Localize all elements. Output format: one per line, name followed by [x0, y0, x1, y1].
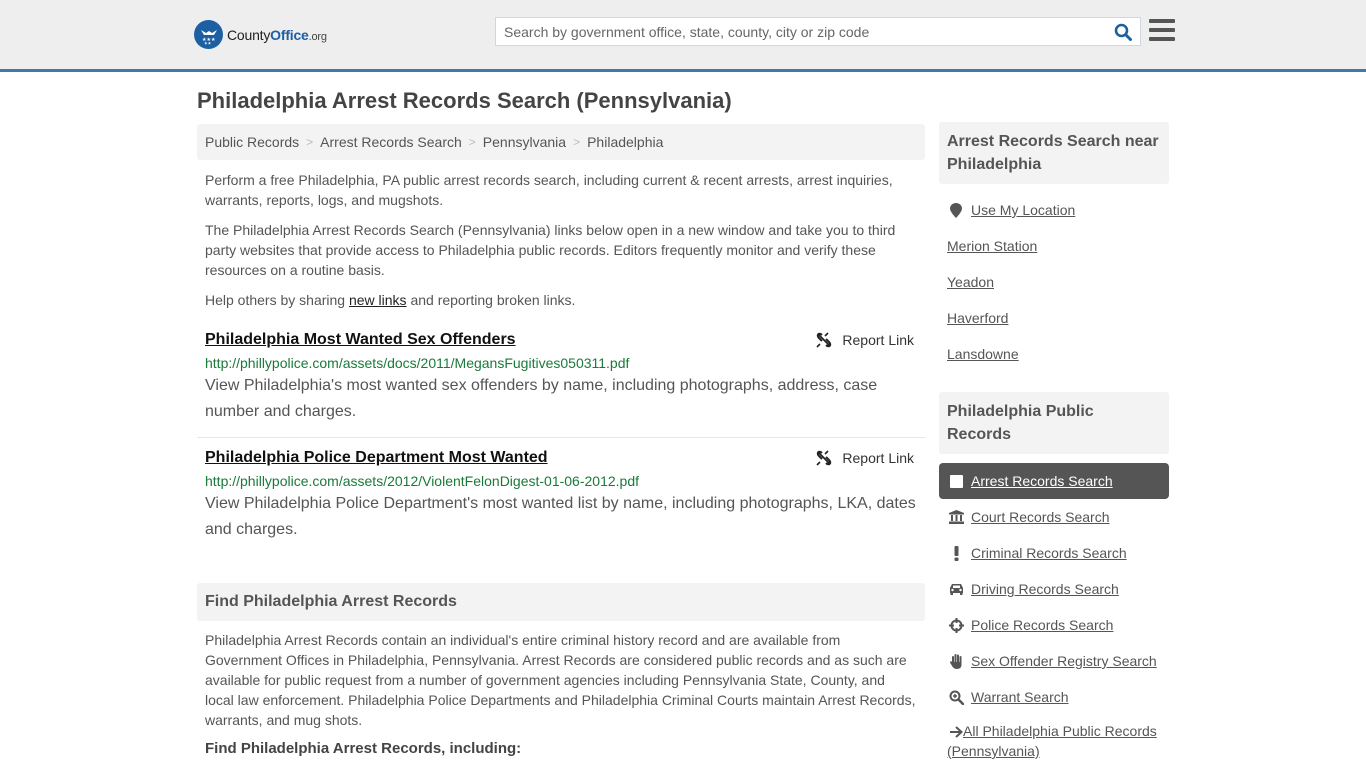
resource-url: http://phillypolice.com/assets/docs/2011… [205, 355, 630, 371]
nearby-place-item[interactable]: Merion Station [939, 228, 1169, 264]
crosshairs-icon [947, 617, 965, 633]
sidebar-item-arrest-records[interactable]: Arrest Records Search [939, 463, 1169, 499]
resource-link-title[interactable]: Philadelphia Most Wanted Sex Offenders [205, 330, 516, 350]
page-title: Philadelphia Arrest Records Search (Penn… [197, 88, 732, 113]
intro-paragraph: Perform a free Philadelphia, PA public a… [205, 172, 893, 208]
sidebar-item-criminal-records[interactable]: Criminal Records Search [939, 535, 1169, 571]
resource-link-item: Philadelphia Police Department Most Want… [197, 448, 925, 543]
hand-icon [947, 653, 965, 669]
nearby-place-link[interactable]: Merion Station [947, 238, 1037, 254]
resource-description: View Philadelphia Police Department's mo… [205, 495, 916, 538]
public-records-heading: Philadelphia Public Records [939, 392, 1169, 454]
resource-url: http://phillypolice.com/assets/2012/Viol… [205, 473, 639, 489]
search-plus-icon [947, 690, 965, 705]
square-icon [947, 474, 965, 488]
search-input[interactable] [496, 18, 1106, 45]
sidebar-link[interactable]: Police Records Search [971, 617, 1113, 633]
use-my-location-item[interactable]: Use My Location [939, 192, 1169, 228]
nearby-heading: Arrest Records Search near Philadelphia [939, 122, 1169, 184]
breadcrumb-separator: > [573, 135, 581, 149]
nearby-place-link[interactable]: Haverford [947, 310, 1008, 326]
search-button[interactable] [1106, 18, 1140, 45]
report-link-button[interactable]: Report Link [816, 332, 914, 348]
find-records-body: Philadelphia Arrest Records contain an i… [205, 632, 916, 728]
breadcrumb-public-records[interactable]: Public Records [205, 134, 299, 150]
search-icon [1114, 23, 1132, 41]
resource-description: View Philadelphia's most wanted sex offe… [205, 377, 878, 420]
breadcrumb-separator: > [468, 135, 476, 149]
sidebar-item-court-records[interactable]: Court Records Search [939, 499, 1169, 535]
site-logo[interactable]: ★★★ ★★ CountyOffice.org [194, 20, 327, 49]
sidebar-item-police-records[interactable]: Police Records Search [939, 607, 1169, 643]
sidebar-link[interactable]: Sex Offender Registry Search [971, 653, 1157, 669]
sidebar-link[interactable]: All Philadelphia Public Records (Pennsyl… [947, 723, 1157, 759]
sidebar-item-sex-offender-registry[interactable]: Sex Offender Registry Search [939, 643, 1169, 679]
logo-eagle-icon: ★★★ ★★ [194, 20, 223, 49]
search-box [495, 17, 1141, 46]
share-links-text: Help others by sharing new links and rep… [205, 292, 576, 308]
main-content: Public Records > Arrest Records Search >… [197, 124, 925, 757]
broken-link-icon [816, 450, 832, 466]
new-links-link[interactable]: new links [349, 292, 407, 308]
find-records-subheading: Find Philadelphia Arrest Records, includ… [205, 740, 522, 757]
site-header: ★★★ ★★ CountyOffice.org [0, 0, 1366, 72]
breadcrumb-philadelphia[interactable]: Philadelphia [587, 134, 663, 150]
sidebar-item-all-public-records[interactable]: All Philadelphia Public Records (Pennsyl… [939, 715, 1169, 761]
nearby-place-item[interactable]: Lansdowne [939, 336, 1169, 372]
breadcrumb-pennsylvania[interactable]: Pennsylvania [483, 134, 566, 150]
sidebar-link[interactable]: Warrant Search [971, 689, 1069, 705]
car-icon [947, 583, 965, 595]
sidebar-link[interactable]: Criminal Records Search [971, 545, 1127, 561]
nearby-place-item[interactable]: Haverford [939, 300, 1169, 336]
breadcrumb-separator: > [306, 135, 314, 149]
sidebar-link[interactable]: Court Records Search [971, 509, 1110, 525]
nearby-place-link[interactable]: Lansdowne [947, 346, 1019, 362]
nearby-place-link[interactable]: Yeadon [947, 274, 994, 290]
intro-paragraph: The Philadelphia Arrest Records Search (… [205, 222, 896, 278]
sidebar-link[interactable]: Driving Records Search [971, 581, 1119, 597]
logo-text: CountyOffice.org [227, 26, 327, 43]
nearby-place-item[interactable]: Yeadon [939, 264, 1169, 300]
svg-text:★★: ★★ [204, 40, 212, 45]
hamburger-menu-icon[interactable] [1149, 19, 1175, 41]
sidebar-item-driving-records[interactable]: Driving Records Search [939, 571, 1169, 607]
map-marker-icon [947, 202, 965, 218]
intro: Perform a free Philadelphia, PA public a… [197, 170, 925, 310]
use-my-location-link[interactable]: Use My Location [971, 202, 1075, 218]
broken-link-icon [816, 332, 832, 348]
breadcrumb-arrest-records-search[interactable]: Arrest Records Search [320, 134, 462, 150]
find-records-heading: Find Philadelphia Arrest Records [197, 583, 925, 621]
resource-link-title[interactable]: Philadelphia Police Department Most Want… [205, 448, 548, 468]
report-link-button[interactable]: Report Link [816, 450, 914, 466]
resource-link-item: Philadelphia Most Wanted Sex Offenders R… [197, 330, 925, 438]
exclamation-icon [947, 545, 965, 561]
public-records-list: Arrest Records Search Court Records Sear… [939, 463, 1169, 761]
breadcrumb: Public Records > Arrest Records Search >… [197, 124, 925, 160]
courthouse-icon [947, 510, 965, 524]
sidebar: Arrest Records Search near Philadelphia … [939, 122, 1169, 761]
sidebar-item-warrant-search[interactable]: Warrant Search [939, 679, 1169, 715]
sidebar-link[interactable]: Arrest Records Search [971, 473, 1113, 489]
nearby-list: Use My Location Merion Station Yeadon Ha… [939, 192, 1169, 372]
